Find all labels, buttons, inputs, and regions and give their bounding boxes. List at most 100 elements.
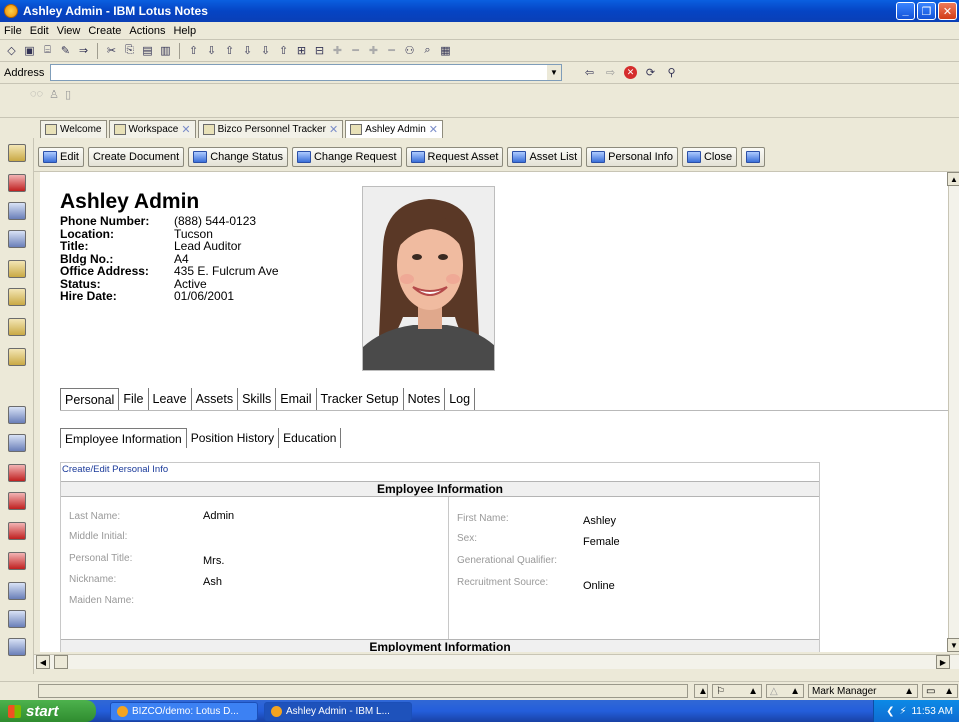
change-request-button[interactable]: Change Request <box>291 147 402 167</box>
contacts-bookmark-icon[interactable] <box>8 202 26 220</box>
minimize-button[interactable]: _ <box>896 2 915 20</box>
collapse-all-icon[interactable]: ━ <box>348 44 363 58</box>
save-icon[interactable]: ▣ <box>22 44 37 58</box>
folder-bookmark-icon[interactable] <box>8 348 26 366</box>
menu-help[interactable]: Help <box>173 25 196 37</box>
database-bookmark-icon[interactable] <box>8 552 26 570</box>
tab-email[interactable]: Email <box>276 388 317 410</box>
expand-all-icon[interactable]: ✚ <box>330 44 345 58</box>
database-bookmark-icon[interactable] <box>8 434 26 452</box>
scroll-thumb[interactable] <box>54 655 68 669</box>
person-icon[interactable]: ♙ <box>49 88 59 101</box>
restore-button[interactable]: ❐ <box>917 2 936 20</box>
tab-ashley-admin[interactable]: Ashley Admin ✕ <box>345 120 443 138</box>
collapse-icon[interactable]: ⊟ <box>312 44 327 58</box>
tab-leave[interactable]: Leave <box>149 388 192 410</box>
tab-file[interactable]: File <box>119 388 149 410</box>
scroll-left-icon[interactable]: ◀ <box>36 655 50 669</box>
refresh-icon[interactable]: ⟳ <box>643 66 658 80</box>
change-status-button[interactable]: Change Status <box>188 147 288 167</box>
close-button[interactable]: Close <box>681 147 738 167</box>
print-button[interactable] <box>741 147 766 167</box>
database-bookmark-icon[interactable] <box>8 610 26 628</box>
status-up-arrow-icon[interactable]: ▲ <box>694 684 708 698</box>
create-edit-personal-info-link[interactable]: Create/Edit Personal Info <box>62 464 168 475</box>
create-document-button[interactable]: Create Document <box>87 147 185 167</box>
database-bookmark-icon[interactable] <box>8 582 26 600</box>
tab-employee-information[interactable]: Employee Information <box>60 428 187 448</box>
bookmark-icon[interactable]: ◇ <box>4 44 19 58</box>
search-icon[interactable]: ⌕ <box>420 44 435 58</box>
find-binoculars-icon[interactable]: ⚇ <box>402 44 417 58</box>
stop-icon[interactable]: ✕ <box>624 66 637 79</box>
tab-education[interactable]: Education <box>279 428 342 448</box>
databases-bookmark-icon[interactable] <box>8 288 26 306</box>
edit-button[interactable]: Edit <box>38 147 84 167</box>
tab-bizco-personnel-tracker[interactable]: Bizco Personnel Tracker ✕ <box>197 120 344 138</box>
tab-tracker-setup[interactable]: Tracker Setup <box>317 388 404 410</box>
replication-status-dropdown[interactable]: △ ▲ <box>766 684 804 698</box>
up-arrow-icon[interactable]: ⇧ <box>222 44 237 58</box>
tab-welcome[interactable]: Welcome <box>40 120 107 138</box>
chat-icon[interactable]: ◌◌ <box>30 88 43 101</box>
notes-page-icon[interactable]: ▯ <box>65 88 71 101</box>
close-tab-icon[interactable]: ✕ <box>329 123 338 136</box>
inbox-status-dropdown[interactable]: ▭ ▲ <box>922 684 958 698</box>
todo-bookmark-icon[interactable] <box>8 230 26 248</box>
taskbar-item-ashley-admin[interactable]: Ashley Admin - IBM L... <box>264 702 412 721</box>
prev-unread-icon[interactable]: ⇧ <box>276 44 291 58</box>
back-arrow-icon[interactable]: ⇦ <box>582 66 597 80</box>
database-bookmark-icon[interactable] <box>8 522 26 540</box>
tab-personal[interactable]: Personal <box>60 388 120 410</box>
close-window-button[interactable]: ✕ <box>938 2 957 20</box>
favorites-bookmark-icon[interactable] <box>8 318 26 336</box>
close-tab-icon[interactable]: ✕ <box>181 123 190 136</box>
replicator-bookmark-icon[interactable] <box>8 260 26 278</box>
vertical-scrollbar[interactable]: ▲ ▼ <box>947 172 959 652</box>
tab-notes[interactable]: Notes <box>404 388 446 410</box>
clipboard-icon[interactable]: ▥ <box>158 44 173 58</box>
asset-list-button[interactable]: Asset List <box>507 147 583 167</box>
web-search-icon[interactable]: ⚲ <box>664 66 679 80</box>
tab-assets[interactable]: Assets <box>192 388 239 410</box>
database-bookmark-icon[interactable] <box>8 406 26 424</box>
copy-icon[interactable]: ⎘ <box>122 44 137 58</box>
scroll-right-icon[interactable]: ▶ <box>936 655 950 669</box>
request-asset-button[interactable]: Request Asset <box>405 147 504 167</box>
menu-edit[interactable]: Edit <box>30 25 49 37</box>
expand-section-icon[interactable]: ✚ <box>366 44 381 58</box>
bottom-arrow-icon[interactable]: ⇩ <box>204 44 219 58</box>
cut-icon[interactable]: ✂ <box>104 44 119 58</box>
paste-icon[interactable]: ▤ <box>140 44 155 58</box>
taskbar-item-bizco-demo[interactable]: BIZCO/demo: Lotus D... <box>110 702 258 721</box>
print-icon[interactable]: ▦ <box>438 44 453 58</box>
scroll-up-icon[interactable]: ▲ <box>947 172 959 186</box>
menu-file[interactable]: File <box>4 25 22 37</box>
address-input[interactable]: ▼ <box>50 64 562 81</box>
tab-skills[interactable]: Skills <box>238 388 277 410</box>
tab-workspace[interactable]: Workspace ✕ <box>108 120 196 138</box>
collapse-section-icon[interactable]: ━ <box>384 44 399 58</box>
tab-log[interactable]: Log <box>445 388 476 410</box>
menu-create[interactable]: Create <box>88 25 121 37</box>
network-icon[interactable]: ⚡ <box>899 706 906 717</box>
horizontal-scrollbar[interactable]: ◀ ▶ <box>34 654 959 669</box>
mail-bookmark-icon[interactable] <box>8 144 26 162</box>
expand-icon[interactable]: ⊞ <box>294 44 309 58</box>
database-bookmark-icon[interactable] <box>8 638 26 656</box>
start-button[interactable]: start <box>0 700 96 722</box>
scroll-down-icon[interactable]: ▼ <box>947 638 959 652</box>
window-title-bar[interactable]: Ashley Admin - IBM Lotus Notes _ ❐ ✕ <box>0 0 959 22</box>
location-selector[interactable]: Mark Manager ▲ <box>808 684 918 698</box>
forward-mail-icon[interactable]: ⇒ <box>76 44 91 58</box>
tab-position-history[interactable]: Position History <box>187 428 280 448</box>
online-status-dropdown[interactable]: ⚐ ▲ <box>712 684 762 698</box>
next-unread-icon[interactable]: ⇩ <box>258 44 273 58</box>
calendar-bookmark-icon[interactable] <box>8 174 26 192</box>
forward-arrow-icon[interactable]: ⇨ <box>603 66 618 80</box>
chevron-down-icon[interactable]: ▼ <box>547 65 561 80</box>
menu-actions[interactable]: Actions <box>129 25 165 37</box>
top-arrow-icon[interactable]: ⇧ <box>186 44 201 58</box>
database-bookmark-icon[interactable] <box>8 464 26 482</box>
database-bookmark-icon[interactable] <box>8 492 26 510</box>
